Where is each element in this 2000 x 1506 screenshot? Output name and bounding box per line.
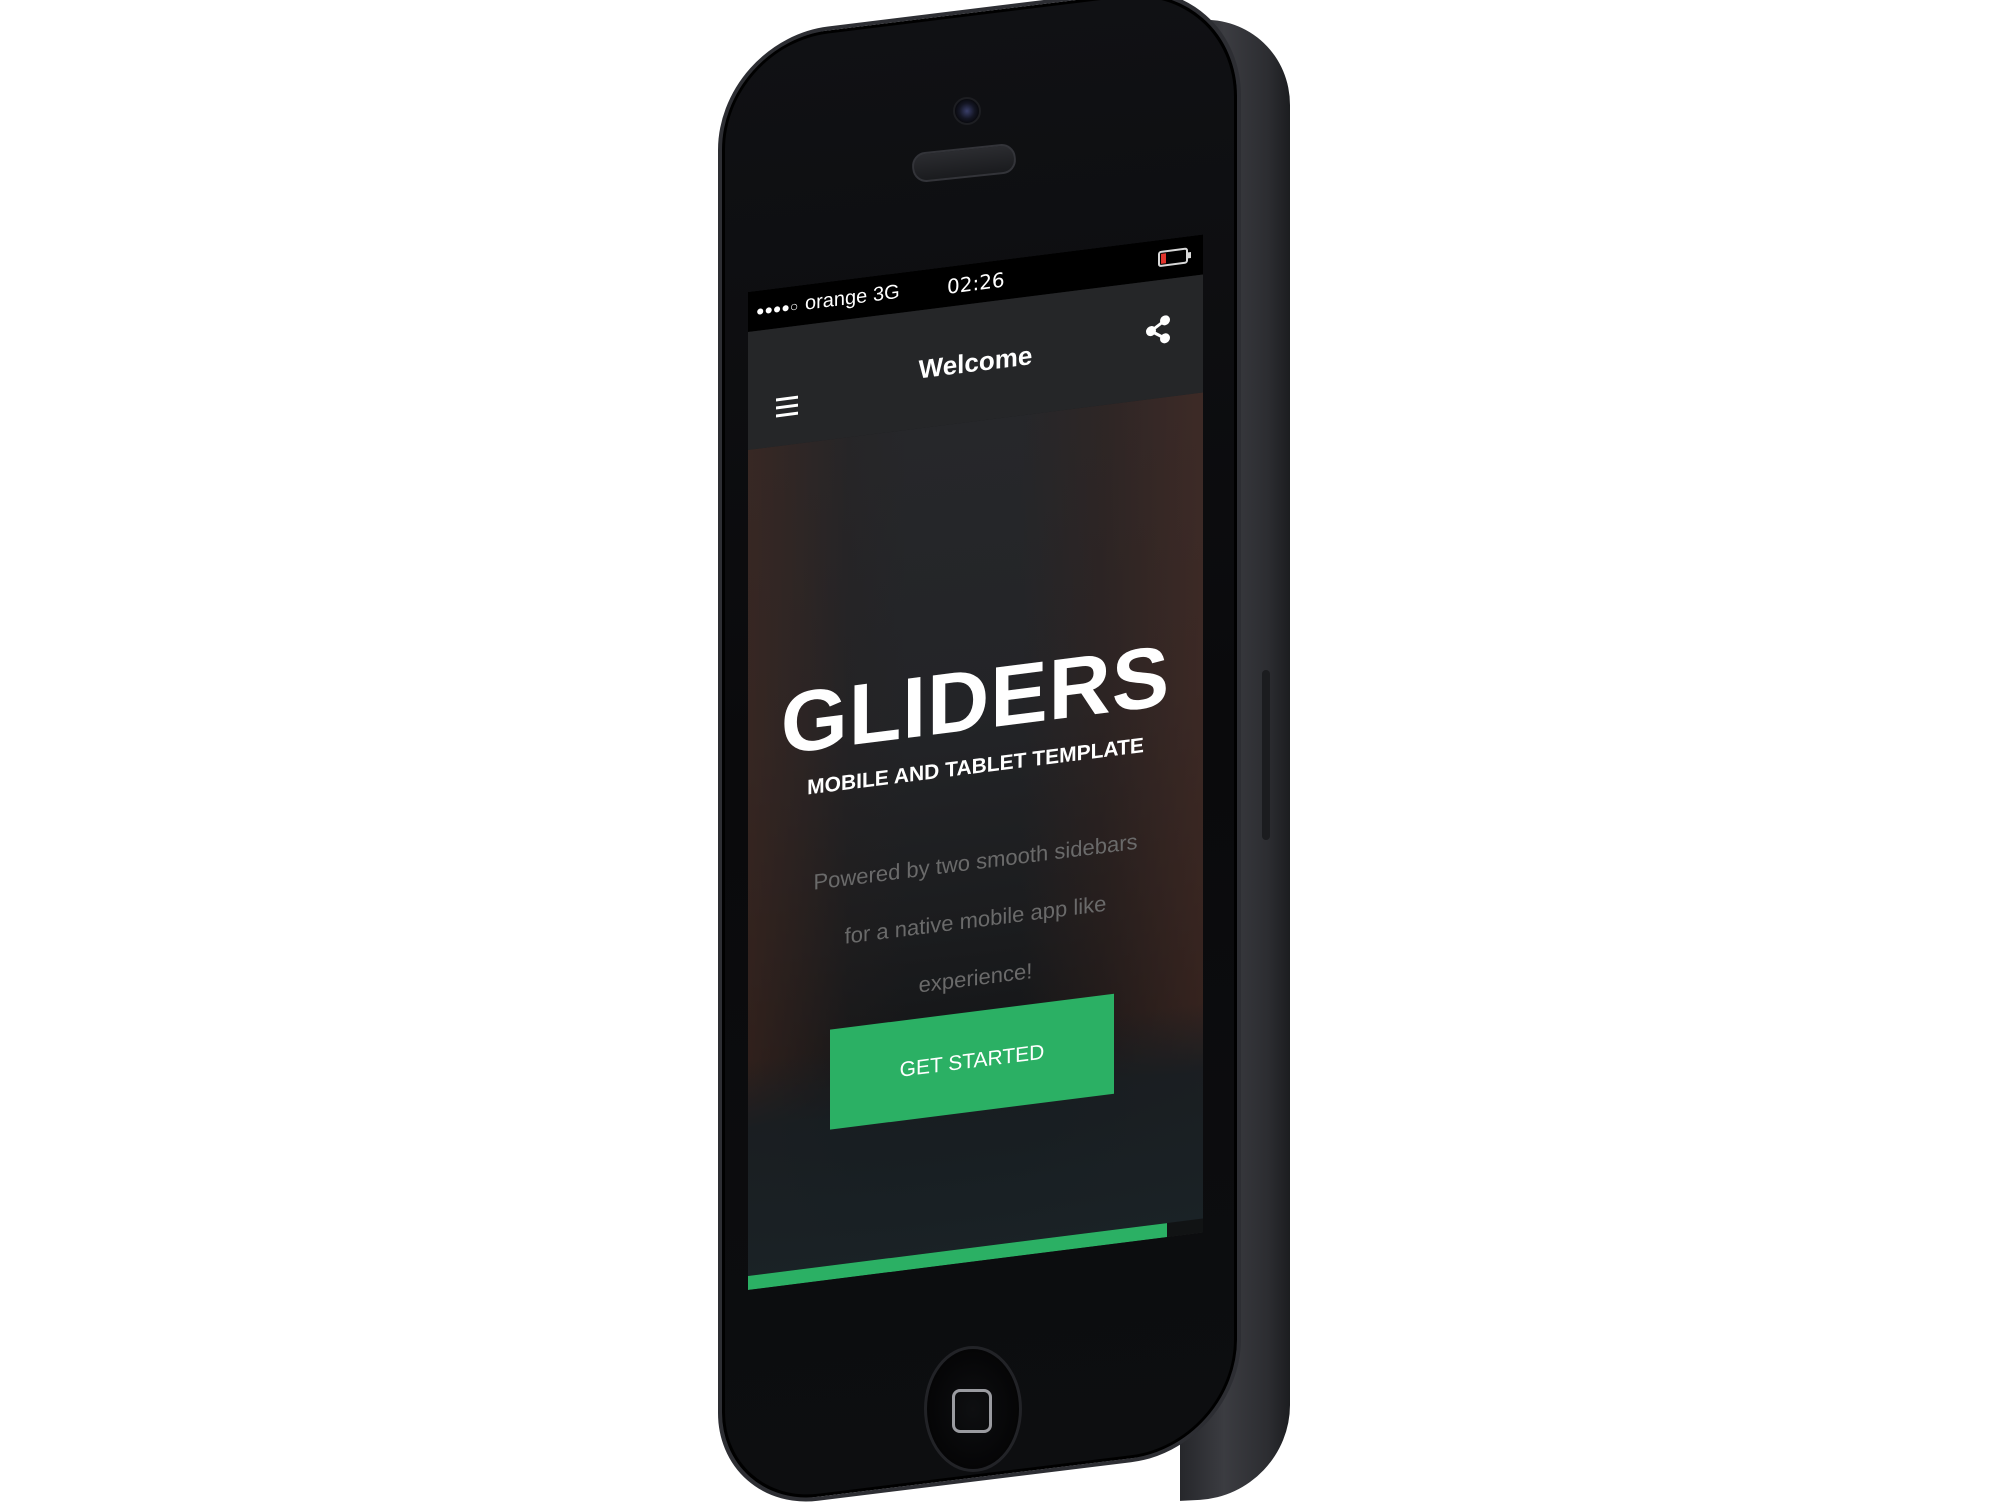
page-title: Welcome <box>918 340 1033 385</box>
signal-strength-icon: ●●●●○ <box>756 297 799 319</box>
hero-section: GLIDERS MOBILE AND TABLET TEMPLATE Power… <box>748 392 1203 1290</box>
front-camera-icon <box>953 97 981 125</box>
phone-screen: ●●●●○ orange 3G 02:26 Welcome GLIDERS MO… <box>748 234 1203 1290</box>
status-time: 02:26 <box>947 267 1005 299</box>
battery-tip <box>1188 252 1191 259</box>
battery-level-fill <box>1161 253 1167 264</box>
network-type: 3G <box>873 280 900 307</box>
battery-icon <box>1158 247 1191 268</box>
home-square-icon <box>952 1389 992 1433</box>
device-mockup: ●●●●○ orange 3G 02:26 Welcome GLIDERS MO… <box>0 0 2000 1506</box>
carrier-name: orange <box>805 284 868 315</box>
phone-side-button <box>1262 670 1270 840</box>
home-button[interactable] <box>924 1346 1022 1472</box>
share-icon[interactable] <box>1145 315 1171 346</box>
